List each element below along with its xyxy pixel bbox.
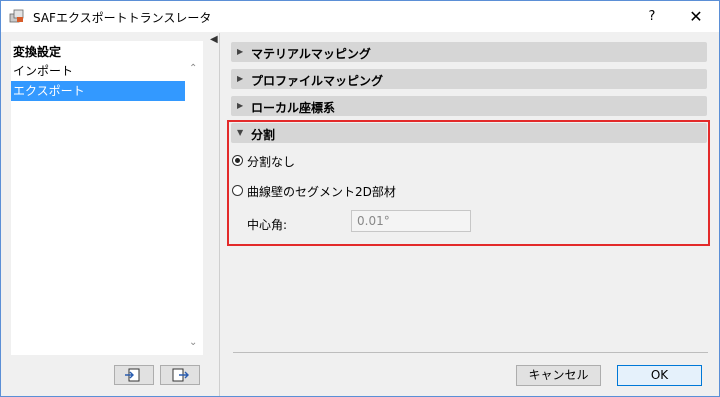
scroll-up-icon[interactable]: ⌃ (189, 63, 197, 74)
section-local-coordinates[interactable]: ▶ ローカル座標系 (231, 96, 707, 116)
section-label: プロファイルマッピング (251, 74, 384, 88)
highlight-annotation (227, 120, 710, 246)
export-settings-button[interactable] (160, 365, 200, 385)
section-profile-mapping[interactable]: ▶ プロファイルマッピング (231, 69, 707, 89)
scroll-down-icon[interactable]: ⌄ (189, 337, 197, 348)
section-material-mapping[interactable]: ▶ マテリアルマッピング (231, 42, 707, 62)
divider (233, 352, 708, 353)
expand-triangle-icon: ▶ (237, 47, 244, 56)
panel-splitter[interactable] (219, 33, 220, 396)
tree-item-import[interactable]: インポート (11, 61, 185, 81)
collapse-panel-icon[interactable]: ◀ (210, 34, 218, 45)
window-title: SAFエクスポートトランスレータ (33, 11, 212, 25)
dialog-window: SAFエクスポートトランスレータ ? ✕ 変換設定 インポート エクスポート ⌃… (0, 0, 720, 397)
tree-item-export[interactable]: エクスポート (11, 81, 185, 101)
settings-tree: 変換設定 インポート エクスポート ⌃ ⌄ (11, 41, 203, 355)
title-bar: SAFエクスポートトランスレータ ? ✕ (1, 1, 719, 32)
section-label: ローカル座標系 (251, 101, 336, 115)
ok-button[interactable]: OK (617, 365, 702, 386)
expand-triangle-icon: ▶ (237, 74, 244, 83)
tree-heading: 変換設定 (13, 45, 62, 59)
app-icon (9, 9, 24, 23)
close-button[interactable]: ✕ (685, 7, 707, 27)
help-button[interactable]: ? (641, 7, 663, 27)
cancel-button[interactable]: キャンセル (516, 365, 601, 386)
expand-triangle-icon: ▶ (237, 101, 244, 110)
section-label: マテリアルマッピング (251, 47, 371, 61)
export-icon (172, 368, 189, 382)
import-settings-button[interactable] (114, 365, 154, 385)
import-icon (125, 368, 140, 382)
